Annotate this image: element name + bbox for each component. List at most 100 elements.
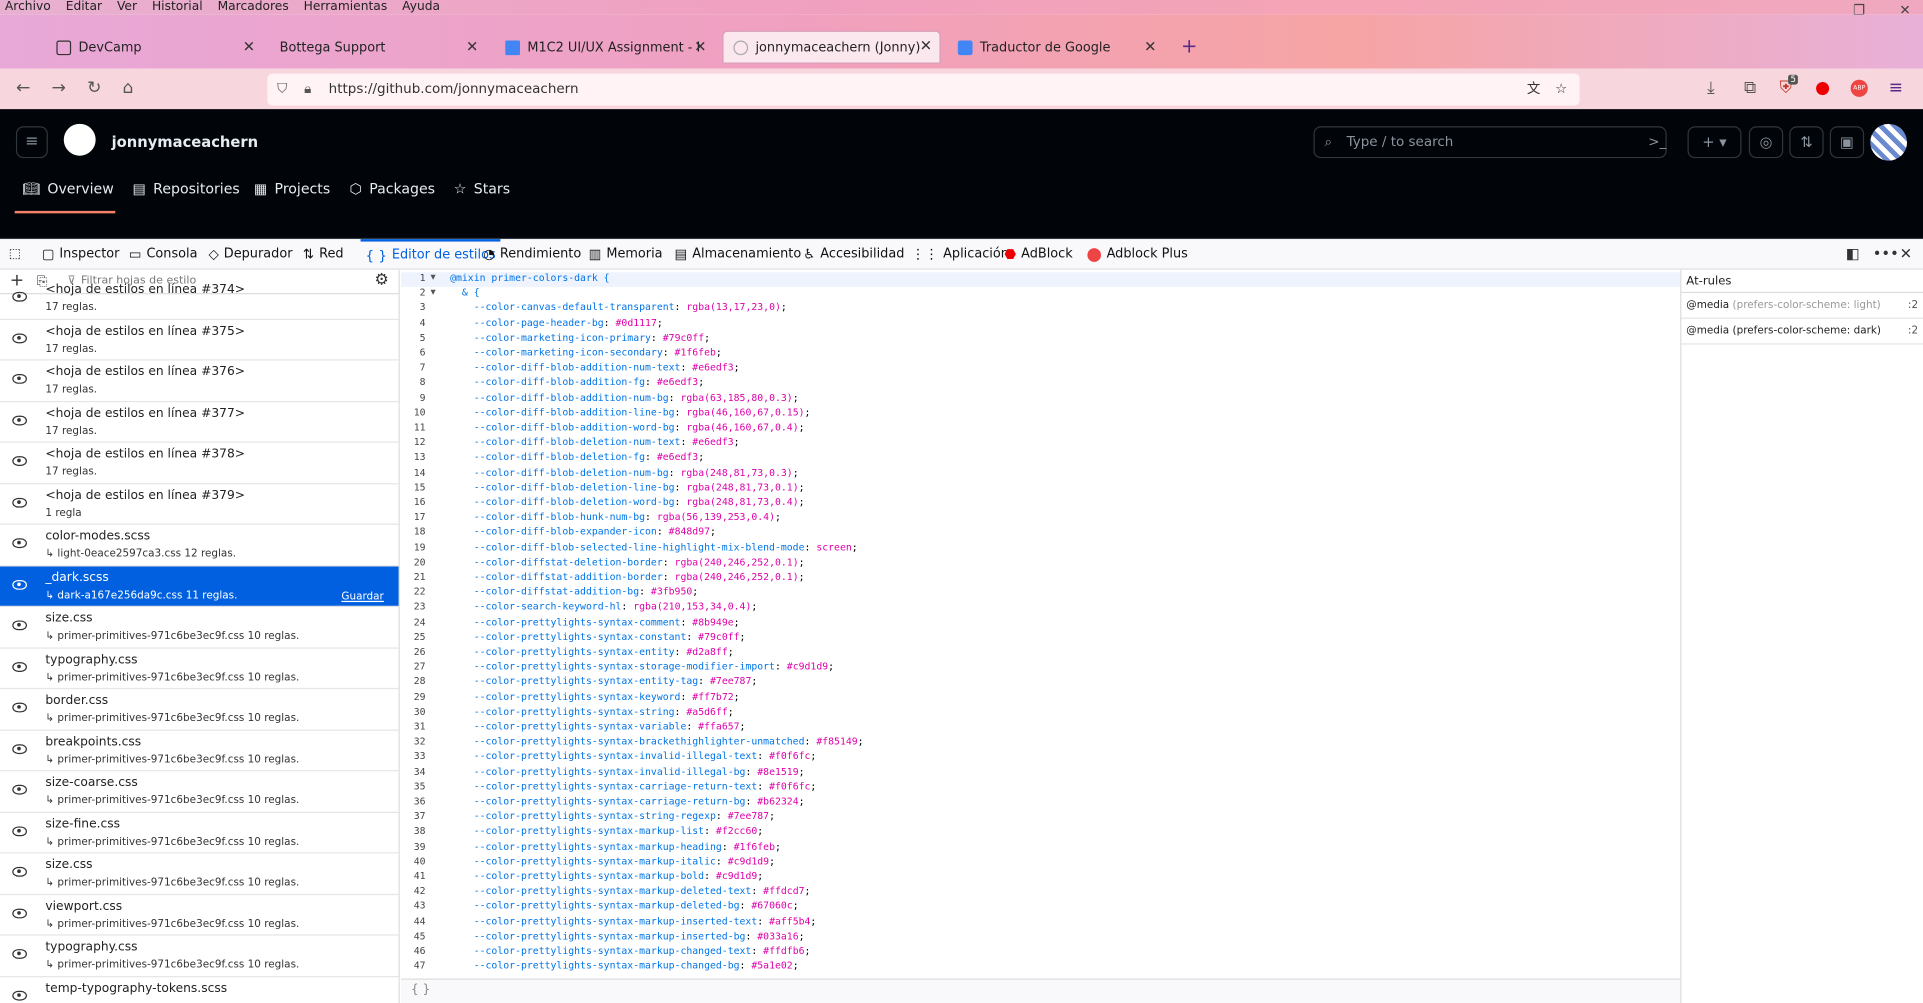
adblock-plus-icon[interactable]: ABP xyxy=(1850,79,1868,97)
stylesheet-item[interactable]: <hoja de estilos en línea #376> 17 reglas… xyxy=(0,361,399,402)
stylesheet-item[interactable]: <hoja de estilos en línea #374> 17 reglas… xyxy=(0,278,399,320)
shield-icon[interactable]: ⛉ xyxy=(277,74,287,106)
github-logo-icon[interactable] xyxy=(63,123,96,156)
tab-inspector[interactable]: ▢ Inspector xyxy=(42,239,120,270)
stylesheet-item[interactable]: viewport.css ↳ primer-primitives-971c6be3… xyxy=(0,895,399,936)
menu-archivo[interactable]: Archivo xyxy=(5,0,51,13)
stylesheet-item[interactable]: <hoja de estilos en línea #378> 17 reglas… xyxy=(0,443,399,484)
tab-adblock-plus[interactable]: ⬤ Adblock Plus xyxy=(1087,239,1188,270)
browser-tab-docs[interactable]: M1C2 UI/UX Assignment - Doc ✕ xyxy=(495,33,713,62)
fold-arrow-icon[interactable]: ▼ xyxy=(430,287,435,297)
eye-icon[interactable] xyxy=(12,538,27,549)
at-rule-item[interactable]: @media (prefers-color-scheme: dark):2 xyxy=(1681,319,1923,345)
close-tab-icon[interactable]: ✕ xyxy=(694,38,706,55)
hamburger-menu-icon[interactable]: ≡ xyxy=(1889,78,1903,98)
eye-icon[interactable] xyxy=(12,949,27,959)
browser-tab-bottega[interactable]: Bottega Support ✕ xyxy=(270,33,486,62)
close-tab-icon[interactable]: ✕ xyxy=(1144,38,1156,55)
stylesheet-item[interactable]: border.css ↳ primer-primitives-971c6be3ec… xyxy=(0,689,399,731)
eye-icon[interactable] xyxy=(12,784,27,795)
browser-tab-github[interactable]: jonnymaceachern (Jonny) ✕ xyxy=(722,30,941,64)
close-tab-icon[interactable]: ✕ xyxy=(920,37,932,54)
more-options-icon[interactable]: ••• xyxy=(1873,245,1899,262)
eye-icon[interactable] xyxy=(12,866,27,877)
menu-editar[interactable]: Editar xyxy=(66,0,102,13)
search-input[interactable]: ⌕ Type / to search >_ xyxy=(1313,126,1667,159)
stylesheet-item-selected[interactable]: _dark.scss ↳ dark-a167e256da9c.css 11 reg… xyxy=(0,565,399,607)
translate-page-icon[interactable]: 文 xyxy=(1527,74,1540,106)
github-menu-icon[interactable]: ≡ xyxy=(15,126,48,159)
code-editor[interactable]: 1 ▼ @mixin primer-colors-dark {2 ▼ & {3 --c… xyxy=(401,269,1681,979)
tab-depurador[interactable]: ◇ Depurador xyxy=(208,239,292,270)
address-bar[interactable]: ⛉ 🔒︎ https://github.com/jonnymaceachern … xyxy=(267,73,1580,106)
element-picker-icon[interactable]: ⬚ xyxy=(9,239,21,270)
menu-ayuda[interactable]: Ayuda xyxy=(402,0,440,13)
eye-icon[interactable] xyxy=(12,990,27,1000)
eye-icon[interactable] xyxy=(12,415,27,425)
tab-overview[interactable]: 📖︎ Overview xyxy=(22,180,114,197)
browser-tab-devcamp[interactable]: DevCamp ✕ xyxy=(47,33,263,62)
menu-herramientas[interactable]: Herramientas xyxy=(304,0,388,13)
close-tab-icon[interactable]: ✕ xyxy=(243,38,255,55)
eye-icon[interactable] xyxy=(12,743,27,754)
reload-icon[interactable]: ↻ xyxy=(87,78,101,98)
pull-requests-icon[interactable]: ⇅ xyxy=(1789,126,1824,159)
eye-icon[interactable] xyxy=(12,908,27,918)
stylesheet-item[interactable]: breakpoints.css ↳ primer-primitives-971c6… xyxy=(0,730,399,772)
back-icon[interactable]: ← xyxy=(16,78,30,98)
home-icon[interactable]: ⌂ xyxy=(123,78,134,98)
menu-ver[interactable]: Ver xyxy=(117,0,137,13)
eye-icon[interactable] xyxy=(12,661,27,672)
eye-icon[interactable] xyxy=(12,702,27,713)
tab-consola[interactable]: ▭ Consola xyxy=(129,239,198,270)
tab-repositories[interactable]: ▤ Repositories xyxy=(132,180,239,197)
stylesheet-item[interactable]: <hoja de estilos en línea #377> 17 reglas… xyxy=(0,402,399,443)
pretty-print-button[interactable]: { } xyxy=(401,978,1681,1003)
tab-packages[interactable]: ⬡ Packages xyxy=(350,180,436,197)
tab-red[interactable]: ⇅ Red xyxy=(303,239,344,270)
eye-icon[interactable] xyxy=(12,291,27,302)
tab-projects[interactable]: ▦ Projects xyxy=(254,180,330,197)
stylesheet-item[interactable]: color-modes.scss ↳ light-0eace2597ca3.css… xyxy=(0,525,399,566)
lock-icon[interactable]: 🔒︎ xyxy=(304,74,311,106)
eye-icon[interactable] xyxy=(12,579,27,590)
tab-almacenamiento[interactable]: ▤ Almacenamiento xyxy=(675,239,802,270)
tab-adblock[interactable]: ⬣ AdBlock xyxy=(1004,239,1072,270)
new-tab-icon[interactable]: + xyxy=(1181,34,1197,57)
dock-icon[interactable]: ◧ xyxy=(1846,245,1860,262)
command-palette-icon[interactable]: >_ xyxy=(1648,128,1666,157)
stylesheet-item[interactable]: size.css ↳ primer-primitives-971c6be3ec9f… xyxy=(0,853,399,895)
stylesheet-item[interactable]: temp-typography-tokens.scss xyxy=(0,977,399,1003)
downloads-icon[interactable]: ⤓ xyxy=(1707,78,1715,98)
create-new-button[interactable]: + ▾ xyxy=(1687,126,1742,159)
eye-icon[interactable] xyxy=(12,825,27,836)
at-rule-item[interactable]: @media (prefers-color-scheme: light):2 xyxy=(1681,293,1923,319)
tab-rendimiento[interactable]: ◔ Rendimiento xyxy=(483,239,581,270)
extensions-icon[interactable]: ⧉ xyxy=(1744,78,1756,98)
bookmark-star-icon[interactable]: ☆ xyxy=(1555,74,1567,106)
inbox-icon[interactable]: ▣ xyxy=(1829,126,1865,159)
eye-icon[interactable] xyxy=(12,373,27,384)
tab-aplicacion[interactable]: ⋮⋮ Aplicación xyxy=(911,239,1009,270)
eye-icon[interactable] xyxy=(12,497,27,508)
stylesheet-item[interactable]: typography.css ↳ primer-primitives-971c6b… xyxy=(0,936,399,977)
forward-icon[interactable]: → xyxy=(52,78,66,98)
tab-accesibilidad[interactable]: ♿︎ Accesibilidad xyxy=(803,239,904,270)
stylesheet-item[interactable]: <hoja de estilos en línea #375> 17 reglas… xyxy=(0,319,399,361)
tab-editor-de-estilos[interactable]: { } Editor de estilos xyxy=(360,239,501,270)
restore-window-icon[interactable]: ❐ xyxy=(1853,2,1865,18)
fold-arrow-icon[interactable]: ▼ xyxy=(430,272,435,282)
tab-stars[interactable]: ☆ Stars xyxy=(454,180,510,197)
url-text[interactable]: https://github.com/jonnymaceachern xyxy=(329,74,579,106)
eye-icon[interactable] xyxy=(12,620,27,631)
menu-marcadores[interactable]: Marcadores xyxy=(218,0,289,13)
close-tab-icon[interactable]: ✕ xyxy=(466,38,478,55)
menu-historial[interactable]: Historial xyxy=(152,0,203,13)
stylesheet-item[interactable]: size-coarse.css ↳ primer-primitives-971c6… xyxy=(0,771,399,813)
eye-icon[interactable] xyxy=(12,332,27,343)
stylesheet-item[interactable]: typography.css ↳ primer-primitives-971c6b… xyxy=(0,648,399,690)
save-button[interactable]: Guardar xyxy=(341,590,383,602)
stylesheet-item[interactable]: size-fine.css ↳ primer-primitives-971c6be… xyxy=(0,812,399,854)
browser-tab-translate[interactable]: Traductor de Google ✕ xyxy=(948,33,1164,62)
issues-icon[interactable]: ◎ xyxy=(1748,126,1784,159)
